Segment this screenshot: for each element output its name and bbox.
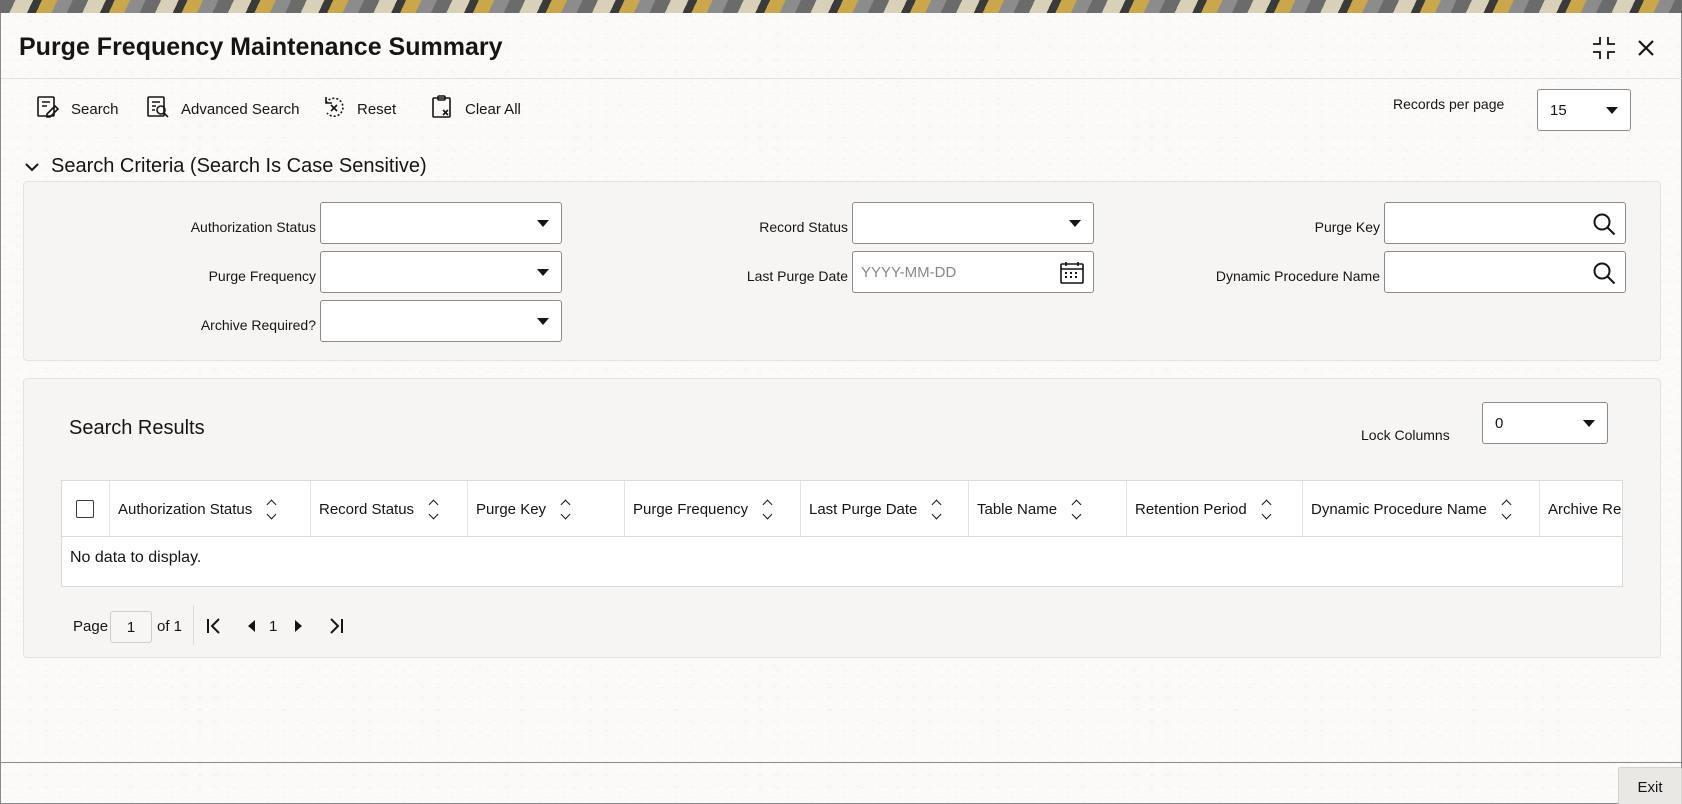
select-all-checkbox[interactable]: [76, 500, 94, 518]
next-page-icon[interactable]: [287, 614, 309, 638]
advanced-search-button[interactable]: Advanced Search: [145, 93, 299, 125]
column-header-record-status[interactable]: Record Status: [311, 481, 468, 537]
calendar-icon[interactable]: [1059, 260, 1085, 286]
clear-all-button-label: Clear All: [465, 100, 521, 118]
archive-required-label: Archive Required?: [200, 317, 316, 333]
lock-columns-label: Lock Columns: [1361, 427, 1450, 443]
search-button[interactable]: Search: [35, 93, 119, 125]
last-page-icon[interactable]: [325, 614, 347, 638]
current-page-input[interactable]: 1: [110, 611, 152, 643]
chevron-down-icon: [1606, 107, 1618, 114]
reset-button[interactable]: Reset: [321, 93, 396, 125]
chevron-down-icon: [1069, 220, 1081, 227]
sort-icon[interactable]: [1261, 499, 1272, 519]
purge-key-input[interactable]: [1384, 202, 1626, 244]
reset-button-label: Reset: [357, 100, 397, 118]
sort-icon[interactable]: [762, 499, 773, 519]
chevron-down-icon: [537, 318, 549, 325]
column-label: Purge Frequency: [633, 500, 749, 518]
previous-page-icon[interactable]: [241, 614, 263, 638]
column-label: Dynamic Procedure Name: [1311, 500, 1487, 518]
maximize-icon[interactable]: [1589, 33, 1619, 63]
top-banner-strip: [0, 0, 1682, 13]
sort-icon[interactable]: [1501, 499, 1512, 519]
purge-frequency-select[interactable]: [320, 251, 562, 293]
page-label: Page: [73, 617, 109, 635]
lock-columns-select[interactable]: 0: [1482, 402, 1608, 444]
column-label: Record Status: [319, 500, 415, 518]
last-purge-date-input[interactable]: YYYY-MM-DD: [852, 251, 1094, 293]
first-page-icon[interactable]: [203, 614, 225, 638]
magnifier-icon[interactable]: [1591, 260, 1617, 286]
search-criteria-header: Search Criteria (Search Is Case Sensitiv…: [51, 155, 427, 177]
chevron-down-icon: [537, 220, 549, 227]
select-all-cell: [62, 481, 110, 537]
search-results-title: Search Results: [69, 417, 205, 439]
chevron-down-icon: [537, 269, 549, 276]
lock-columns-value: 0: [1495, 414, 1504, 432]
records-per-page-select[interactable]: 15: [1537, 89, 1631, 131]
record-status-select[interactable]: [852, 202, 1094, 244]
column-header-retention-period[interactable]: Retention Period: [1127, 481, 1303, 537]
table-header: Authorization Status Record Status Purge…: [62, 481, 1622, 537]
archive-required-select[interactable]: [320, 300, 562, 342]
page-title: Purge Frequency Maintenance Summary: [19, 33, 503, 61]
footer-divider: [1, 762, 1682, 763]
sort-icon[interactable]: [931, 499, 942, 519]
advanced-search-button-label: Advanced Search: [181, 100, 300, 118]
dynamic-procedure-name-label: Dynamic Procedure Name: [1215, 268, 1380, 284]
clear-all-button[interactable]: Clear All: [429, 93, 521, 125]
empty-table-message: No data to display.: [70, 549, 202, 566]
column-header-authorization-status[interactable]: Authorization Status: [110, 481, 311, 537]
chevron-down-icon: [1583, 420, 1595, 427]
toolbar-divider: [1, 78, 1682, 79]
last-purge-date-label: Last Purge Date: [746, 268, 848, 284]
purge-frequency-label: Purge Frequency: [208, 268, 316, 284]
column-header-archive-required[interactable]: Archive Re: [1540, 481, 1622, 537]
dynamic-procedure-name-input[interactable]: [1384, 251, 1626, 293]
reset-icon: [321, 94, 347, 124]
authorization-status-select[interactable]: [320, 202, 562, 244]
search-button-label: Search: [71, 100, 119, 118]
close-icon[interactable]: [1631, 33, 1661, 63]
results-table: Authorization Status Record Status Purge…: [61, 480, 1623, 587]
search-criteria-panel: Authorization Status Purge Frequency Arc…: [23, 181, 1661, 361]
search-icon: [35, 94, 61, 124]
page-total-label: of 1: [157, 617, 183, 635]
purge-key-label: Purge Key: [1314, 219, 1380, 235]
clipboard-clear-icon: [429, 94, 455, 124]
column-label: Authorization Status: [118, 500, 253, 518]
column-header-dynamic-procedure-name[interactable]: Dynamic Procedure Name: [1303, 481, 1540, 537]
column-header-purge-frequency[interactable]: Purge Frequency: [625, 481, 801, 537]
record-status-label: Record Status: [759, 219, 848, 235]
search-criteria-toggle[interactable]: Search Criteria (Search Is Case Sensitiv…: [25, 155, 427, 178]
column-label: Retention Period: [1135, 500, 1247, 518]
column-label: Archive Re: [1548, 500, 1622, 518]
column-label: Last Purge Date: [809, 500, 918, 518]
column-header-last-purge-date[interactable]: Last Purge Date: [801, 481, 969, 537]
authorization-status-label: Authorization Status: [190, 219, 316, 235]
records-per-page-label: Records per page: [1393, 96, 1505, 112]
chevron-down-icon: [25, 155, 39, 178]
sort-icon[interactable]: [428, 499, 439, 519]
exit-button[interactable]: Exit: [1618, 767, 1682, 804]
column-label: Table Name: [977, 500, 1058, 518]
column-header-purge-key[interactable]: Purge Key: [468, 481, 625, 537]
sort-icon[interactable]: [560, 499, 571, 519]
column-label: Purge Key: [476, 500, 547, 518]
sort-icon[interactable]: [1071, 499, 1082, 519]
summary-window: Purge Frequency Maintenance Summary Sear…: [0, 13, 1682, 804]
page-number[interactable]: 1: [269, 609, 277, 643]
pager-divider: [193, 605, 194, 645]
magnifier-icon[interactable]: [1591, 211, 1617, 237]
records-per-page-value: 15: [1550, 101, 1567, 119]
sort-icon[interactable]: [266, 499, 277, 519]
column-header-table-name[interactable]: Table Name: [969, 481, 1127, 537]
advanced-search-icon: [145, 94, 171, 124]
last-purge-date-placeholder: YYYY-MM-DD: [861, 263, 957, 281]
